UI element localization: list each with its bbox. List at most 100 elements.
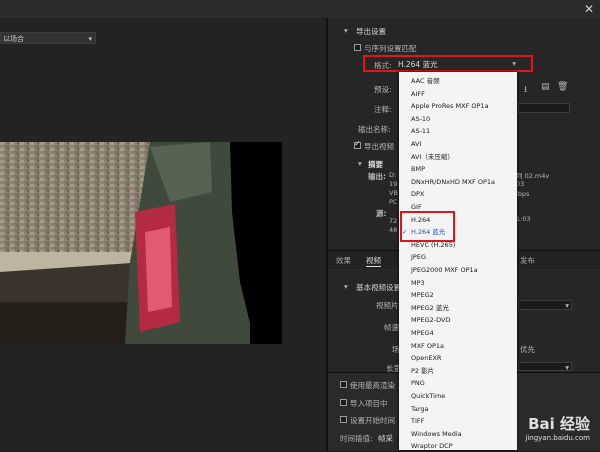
match-sequence-label: 与序列设置匹配 [364,44,417,53]
source-range-value: 以场合 [3,35,24,43]
baidu-jingyan-watermark: Bai 经验 jingyan.baidu.com [525,413,590,442]
summary-output-line: VB [389,189,398,197]
format-option[interactable]: MXF OP1a [399,340,517,352]
format-option-label: Windows Media [411,429,462,438]
tab-video[interactable]: 视频 [366,255,381,267]
format-option[interactable]: MPEG2 蓝光 [399,302,517,314]
preview-frame-image [0,142,282,344]
set-start-timecode-checkbox[interactable] [340,416,347,423]
format-option[interactable]: PNG [399,377,517,389]
format-option-label: MPEG2 蓝光 [411,303,449,312]
format-option-label: MP3 [411,278,425,287]
format-option-label: Apple ProRes MXF OP1a [411,102,489,111]
format-option-label: P2 影片 [411,366,435,375]
format-option[interactable]: Apple ProRes MXF OP1a [399,100,517,112]
format-option-label: AS-11 [411,127,431,136]
format-option[interactable]: Targa [399,403,517,415]
format-option-label: PNG [411,379,425,388]
preset-label: 预设: [374,85,392,94]
summary-output-detail: 03 [516,180,525,188]
format-option-label: AVI（未压缩） [411,152,454,161]
summary-source-detail: 1:03 [516,215,531,223]
trash-icon[interactable]: 🗑 [557,82,568,92]
format-option[interactable]: DPX [399,188,517,200]
export-video-checkbox[interactable] [354,139,361,149]
format-option[interactable]: BMP [399,163,517,175]
format-option-label: JPEG2000 MXF OP1a [411,266,478,274]
format-option-label: MPEG2 [411,291,434,300]
close-icon[interactable]: ✕ [584,2,594,16]
summary-output-detail: lbps [516,190,530,198]
format-option-label: MXF OP1a [411,341,445,350]
format-option[interactable]: AVI（未压缩） [399,151,517,163]
format-option[interactable]: P2 影片 [399,365,517,377]
summary-output-line: PC [389,198,398,206]
summary-source-line: 72 [389,217,398,225]
summary-source-line: 48 [389,226,398,234]
video-preview [0,142,282,344]
format-option[interactable]: TIFF [399,415,517,427]
set-start-timecode-label: 设置开始时间 [350,416,395,425]
time-interpolation-select[interactable]: 帧采 [378,433,393,444]
match-sequence-checkbox[interactable] [354,44,361,51]
save-preset-icon[interactable]: ▤ [541,82,550,92]
format-option-label: GIF [411,203,422,211]
summary-output-line: 19 [389,180,398,188]
chevron-down-icon[interactable]: ▾ [344,282,348,291]
tab-publish[interactable]: 发布 [520,255,535,266]
format-option-label: Wraptor DCP [411,442,453,451]
chevron-down-icon[interactable]: ▾ [344,26,348,35]
format-option-label: JPEG [411,253,426,262]
source-range-select[interactable]: 以场合 ▾ [0,32,96,44]
video-size-label: 视频片 [376,301,399,310]
format-option-label: OpenEXR [411,354,442,363]
format-option[interactable]: AS-10 [399,113,517,125]
format-option[interactable]: JPEG2000 MXF OP1a [399,264,517,276]
summary-output-detail: 列 02.m4v [516,172,550,180]
format-option[interactable]: AVI [399,138,517,150]
format-option[interactable]: DNxHR/DNxHD MXF OP1a [399,176,517,188]
tab-effects[interactable]: 效果 [336,255,351,266]
summary-source-label: 源: [376,209,387,218]
aspect-select[interactable]: ▾ [518,362,572,372]
max-render-checkbox[interactable] [340,381,347,388]
format-option[interactable]: Wraptor DCP [399,440,517,452]
import-preset-icon[interactable]: ⭳ [524,82,527,98]
basic-video-settings-title: 基本视频设置 [356,283,401,292]
video-size-select[interactable]: ▾ [518,300,572,310]
format-option[interactable]: MPEG2 [399,289,517,301]
format-option[interactable]: AAC 音频 [399,75,517,87]
format-option-label: AAC 音频 [411,77,440,85]
export-video-label: 导出视频 [364,142,394,151]
format-label: 格式: [374,61,392,70]
chevron-down-icon: ▾ [512,59,516,68]
format-select[interactable]: H.264 蓝光 ▾ [398,59,518,69]
format-option[interactable]: MPEG4 [399,327,517,339]
format-option[interactable]: MP3 [399,277,517,289]
summary-output-label: 输出: [368,172,386,181]
format-option[interactable]: MPEG2-DVD [399,314,517,326]
chevron-down-icon: ▾ [565,301,569,310]
comment-input[interactable] [518,103,570,113]
format-option-label: AVI [411,140,422,148]
window-title-bar [0,0,600,18]
format-option-label: QuickTime [411,392,446,400]
format-option[interactable]: AS-11 [399,125,517,137]
chevron-down-icon: ▾ [565,363,569,372]
chevron-down-icon[interactable]: ▾ [358,159,362,168]
format-option[interactable]: JPEG [399,251,517,263]
time-interpolation-label: 时间插值: [340,434,373,443]
watermark-url: jingyan.baidu.com [525,434,590,442]
format-option-label: DPX [411,190,425,199]
import-into-project-checkbox[interactable] [340,399,347,406]
export-settings-title: 导出设置 [356,27,386,36]
format-option[interactable]: AIFF [399,88,517,100]
format-option[interactable]: OpenEXR [399,352,517,364]
format-option-label: TIFF [411,417,425,426]
format-option-label: AS-10 [411,114,431,123]
chevron-down-icon: ▾ [88,35,92,43]
import-into-project-label: 导入项目中 [350,399,388,408]
format-option[interactable]: Windows Media [399,428,517,440]
format-option[interactable]: QuickTime [399,390,517,402]
watermark-brand: Bai 经验 [528,415,590,433]
